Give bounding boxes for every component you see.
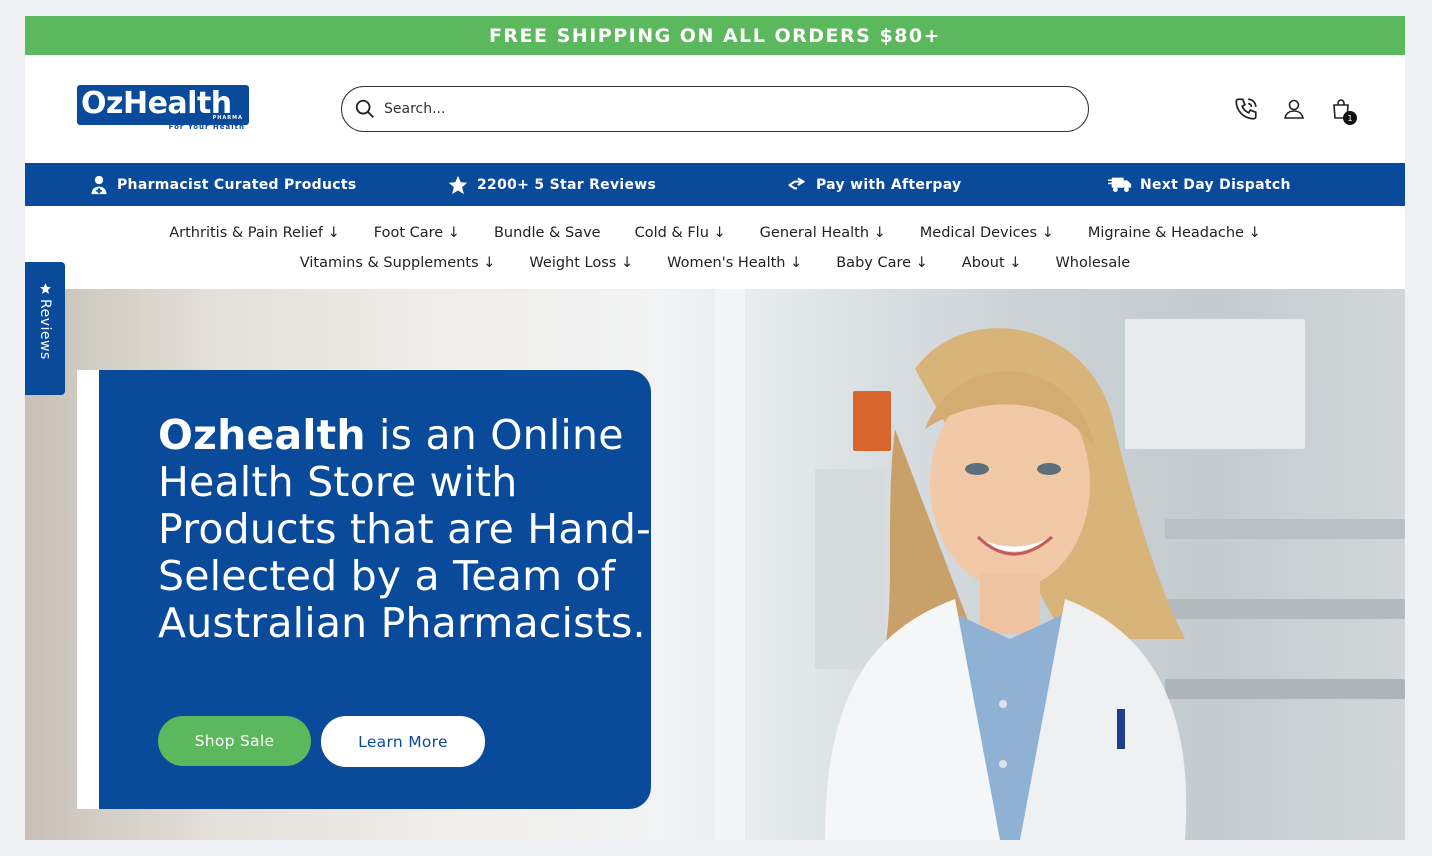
cart-count-badge: 1	[1343, 111, 1357, 125]
afterpay-icon	[788, 176, 805, 189]
nav-item-vitamins-supplements[interactable]: Vitamins & Supplements ↓	[300, 255, 496, 271]
logo-brand: OzHealth	[81, 86, 232, 121]
nav-row-2: Vitamins & Supplements ↓ Weight Loss ↓ W…	[283, 248, 1147, 278]
usp-label: 2200+ 5 Star Reviews	[477, 176, 657, 193]
cart-icon[interactable]: 1	[1327, 95, 1357, 125]
logo[interactable]: OzHealth PHARMA For Your Health	[77, 85, 249, 133]
usp-label: Next Day Dispatch	[1140, 176, 1291, 193]
main-nav: Arthritis & Pain Relief ↓ Foot Care ↓ Bu…	[25, 206, 1405, 289]
nav-item-arthritis-pain-relief[interactable]: Arthritis & Pain Relief ↓	[169, 225, 340, 241]
usp-label: Pharmacist Curated Products	[117, 176, 357, 193]
reviews-tab-label: Reviews	[37, 299, 53, 360]
nav-item-about[interactable]: About ↓	[962, 255, 1022, 271]
pharmacist-icon	[91, 175, 107, 194]
search-bar[interactable]	[341, 86, 1089, 132]
phone-icon[interactable]	[1232, 95, 1260, 123]
usp-label: Pay with Afterpay	[816, 176, 962, 193]
star-icon	[39, 283, 51, 294]
promo-bar: FREE SHIPPING ON ALL ORDERS $80+	[25, 16, 1405, 55]
nav-item-wholesale[interactable]: Wholesale	[1055, 255, 1130, 271]
hero-headline: Ozhealth is an Online Health Store with …	[158, 412, 658, 647]
logo-sub: PHARMA	[212, 115, 243, 121]
nav-item-cold-flu[interactable]: Cold & Flu ↓	[635, 225, 726, 241]
hero-panel-box: Ozhealth is an Online Health Store with …	[99, 370, 651, 809]
nav-item-foot-care[interactable]: Foot Care ↓	[374, 225, 460, 241]
usp-bar: Pharmacist Curated Products 2200+ 5 Star…	[25, 163, 1405, 206]
usp-item-pharmacist: Pharmacist Curated Products	[89, 175, 356, 195]
hero-window-frame	[715, 289, 745, 840]
nav-item-womens-health[interactable]: Women's Health ↓	[667, 255, 802, 271]
hero-banner: Ozhealth is an Online Health Store with …	[25, 289, 1405, 840]
nav-item-general-health[interactable]: General Health ↓	[760, 225, 886, 241]
shop-sale-button[interactable]: Shop Sale	[158, 716, 311, 766]
nav-item-weight-loss[interactable]: Weight Loss ↓	[529, 255, 633, 271]
site-header: OzHealth PHARMA For Your Health Search..…	[25, 55, 1405, 163]
nav-item-baby-care[interactable]: Baby Care ↓	[836, 255, 928, 271]
hero-headline-brand: Ozhealth	[158, 411, 366, 459]
search-icon	[355, 99, 374, 118]
nav-item-bundle-save[interactable]: Bundle & Save	[494, 225, 601, 241]
promo-text: FREE SHIPPING ON ALL ORDERS $80+	[488, 24, 942, 47]
hero-text-panel: Ozhealth is an Online Health Store with …	[77, 370, 651, 809]
nav-item-medical-devices[interactable]: Medical Devices ↓	[920, 225, 1054, 241]
nav-row-1: Arthritis & Pain Relief ↓ Foot Care ↓ Bu…	[152, 218, 1278, 248]
reviews-tab[interactable]: Reviews	[25, 262, 65, 395]
star-icon	[448, 175, 468, 194]
usp-item-afterpay: Pay with Afterpay	[786, 175, 961, 195]
learn-more-button[interactable]: Learn More	[321, 716, 485, 767]
page-frame: FREE SHIPPING ON ALL ORDERS $80+ OzHealt…	[25, 16, 1405, 840]
usp-item-reviews: 2200+ 5 Star Reviews	[447, 174, 656, 196]
pharmacist-photo	[825, 328, 1187, 840]
truck-icon	[1108, 177, 1132, 192]
account-icon[interactable]	[1280, 95, 1308, 123]
search-input[interactable]	[384, 101, 1064, 117]
usp-item-dispatch: Next Day Dispatch	[1108, 175, 1291, 195]
nav-item-migraine-headache[interactable]: Migraine & Headache ↓	[1088, 225, 1261, 241]
logo-tagline: For Your Health	[168, 123, 245, 131]
